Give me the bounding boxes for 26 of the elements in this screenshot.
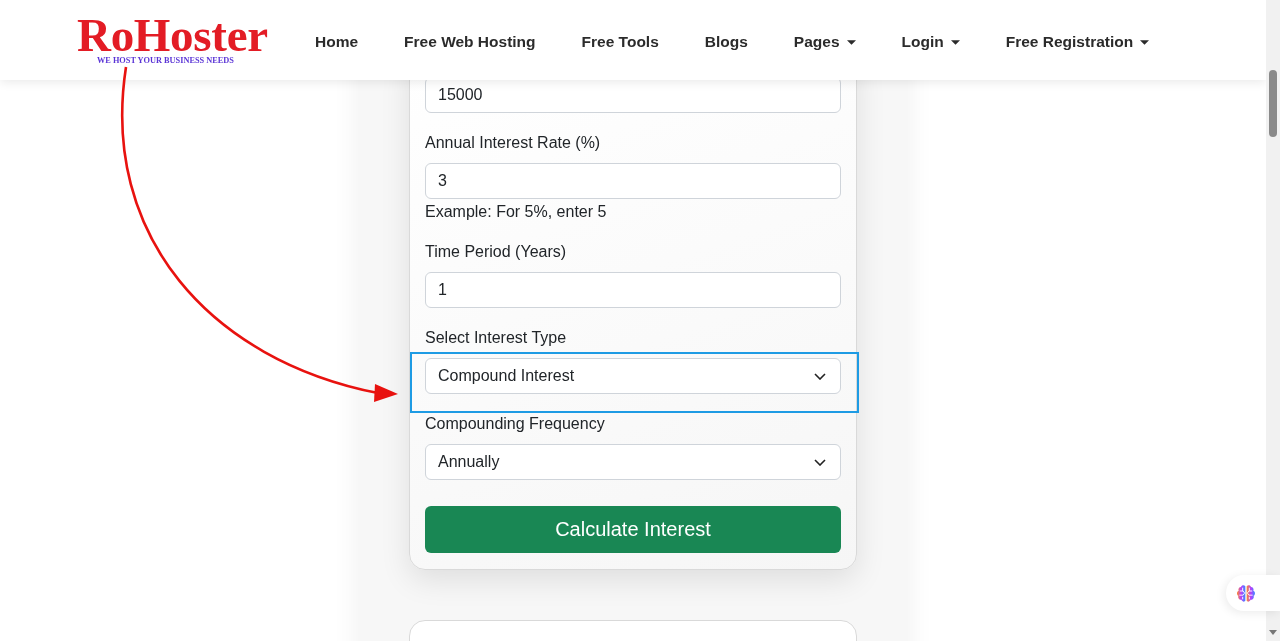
nav-dropdown[interactable]: Pages xyxy=(793,32,856,52)
nav-link[interactable]: Free Web Hosting xyxy=(404,32,536,52)
help-text: Example: For 5%, enter 5 xyxy=(425,202,608,222)
calculate-button[interactable]: Calculate Interest xyxy=(425,506,841,553)
nav-link[interactable]: Home xyxy=(315,32,359,52)
logo-text[interactable]: RoHoster xyxy=(77,13,268,56)
scroll-down-arrow-icon[interactable] xyxy=(1269,630,1277,635)
chevron-down-icon xyxy=(814,372,826,380)
scrollbar-thumb[interactable] xyxy=(1269,70,1277,137)
field-label: Select Interest Type xyxy=(425,328,568,348)
scrollbar-track[interactable] xyxy=(1266,0,1280,641)
nav-dropdown[interactable]: Free Registration xyxy=(1005,32,1150,52)
chevron-down-icon xyxy=(814,458,826,466)
brain-icon xyxy=(1236,583,1256,603)
nav-link[interactable]: Blogs xyxy=(704,32,748,52)
field-label: Time Period (Years) xyxy=(425,242,568,262)
logo-tagline: WE HOST YOUR BUSINESS NEEDS xyxy=(96,55,234,65)
field-label: Annual Interest Rate (%) xyxy=(425,133,602,153)
nav-dropdown[interactable]: Login xyxy=(901,32,960,52)
assistant-button[interactable] xyxy=(1226,575,1280,611)
dropdown-field[interactable]: Annually xyxy=(425,444,841,480)
input-field[interactable]: 1 xyxy=(425,272,841,308)
input-field[interactable]: 3 xyxy=(425,163,841,199)
dropdown-field[interactable]: Compound Interest xyxy=(425,358,841,394)
nav-link[interactable]: Free Tools xyxy=(581,32,659,52)
field-label: Compounding Frequency xyxy=(425,414,606,434)
